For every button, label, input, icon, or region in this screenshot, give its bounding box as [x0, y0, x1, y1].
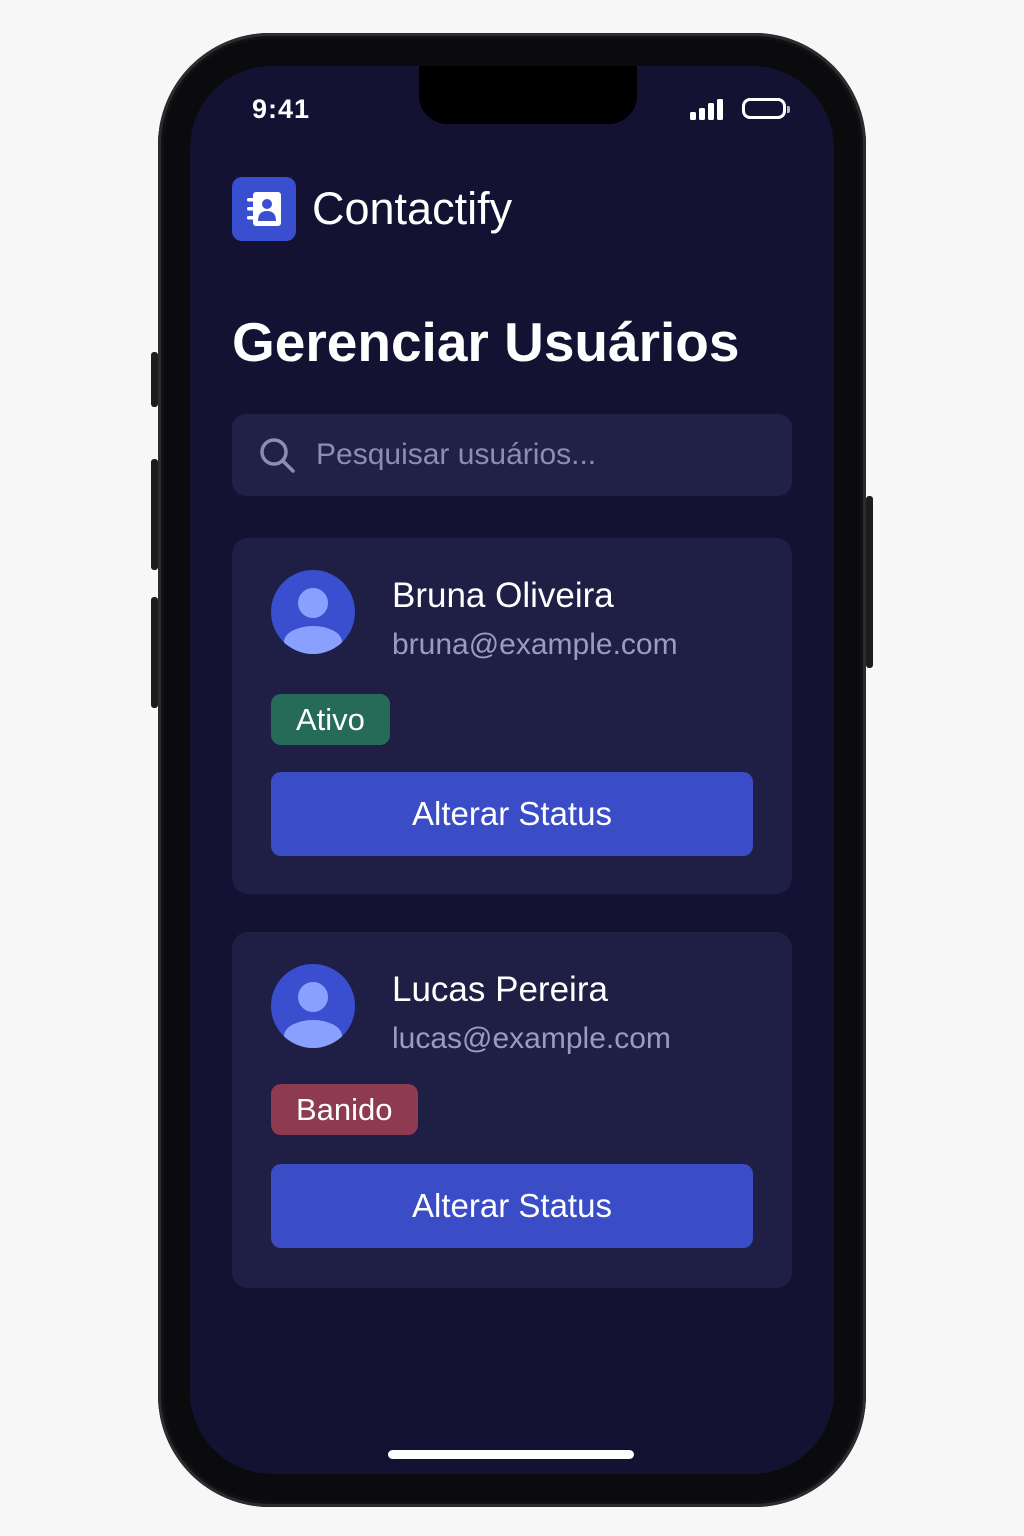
search-input[interactable] [316, 438, 756, 472]
app-name: Contactify [312, 183, 513, 234]
avatar [271, 570, 355, 654]
user-card: Bruna Oliveira bruna@example.com Ativo A… [232, 538, 792, 894]
app-brand: Contactify [232, 177, 512, 241]
search-bar[interactable] [232, 414, 792, 496]
power-button [866, 496, 873, 668]
cellular-signal-icon [690, 98, 730, 120]
phone-screen: 9:41 Contactify Gerenciar Usuários Pesqu… [190, 66, 834, 1474]
user-avatar-icon [284, 588, 342, 654]
user-card: Lucas Pereira lucas@example.com Banido A… [232, 932, 792, 1288]
user-email: lucas@example.com [392, 1022, 671, 1055]
mute-switch [151, 352, 158, 407]
avatar [271, 964, 355, 1048]
user-avatar-icon [284, 982, 342, 1048]
contacts-book-icon [232, 177, 296, 241]
status-badge: Ativo [271, 694, 390, 745]
user-email: bruna@example.com [392, 628, 678, 661]
status-badge: Banido [271, 1084, 418, 1135]
page-title: Gerenciar Usuários [232, 311, 740, 373]
status-time: 9:41 [252, 94, 311, 124]
notch [419, 66, 637, 124]
user-name: Lucas Pereira [392, 970, 608, 1009]
change-status-button[interactable]: Alterar Status [271, 772, 753, 856]
home-indicator[interactable] [388, 1450, 634, 1459]
change-status-button[interactable]: Alterar Status [271, 1164, 753, 1248]
volume-down-button [151, 597, 158, 708]
battery-icon [742, 98, 790, 119]
search-icon [260, 438, 295, 473]
user-name: Bruna Oliveira [392, 576, 614, 615]
volume-up-button [151, 459, 158, 570]
